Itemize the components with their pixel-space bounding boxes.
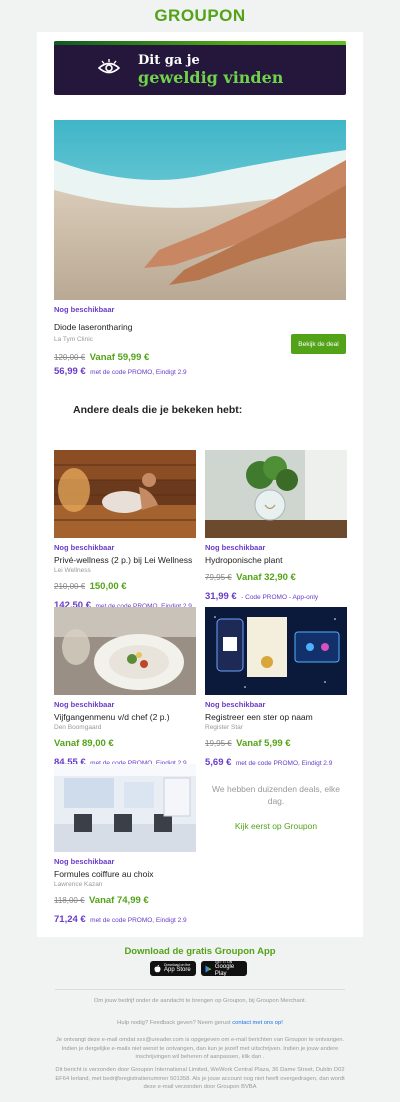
merchant-name: Register Star — [205, 724, 243, 731]
deal-title[interactable]: Registreer een ster op naam — [205, 712, 347, 722]
price-row: Vanaf 89,00 € — [54, 733, 196, 751]
google-play-large-text: Google Play — [214, 963, 235, 977]
merchant-name: La Tym Clinic — [54, 336, 93, 343]
deal-image-dish[interactable] — [54, 607, 196, 695]
price-row: 210,00 € 150,00 € — [54, 576, 196, 594]
availability-label: Nog beschikbaar — [54, 700, 115, 709]
new-price: Vanaf 74,99 € — [89, 895, 149, 906]
price-row: 118,00 € Vanaf 74,99 € — [54, 890, 196, 908]
deal-image-sauna[interactable] — [54, 450, 196, 538]
store-badges: Download on the App Store GET IT ON Goog… — [150, 960, 247, 977]
more-deals-text: We hebben duizenden deals, elke dag. — [212, 784, 340, 806]
google-play-badge[interactable]: GET IT ON Google Play — [201, 960, 247, 977]
help-line: Hulp nodig? Feedback geven? Neem gerust … — [55, 1019, 345, 1028]
deal-tile-hair[interactable]: Nog beschikbaar Formules coiffure au cho… — [54, 764, 196, 927]
availability-label: Nog beschikbaar — [54, 543, 115, 552]
banner-line-1: Dit ga je — [138, 53, 200, 68]
app-store-large-text: App Store — [164, 967, 191, 973]
promo-row: 71,24 € met de code PROMO, Eindigt 2.9 — [54, 909, 196, 927]
old-price: 79,95 € — [205, 573, 232, 582]
section-heading: Andere deals die je bekeken hebt: — [73, 404, 243, 416]
groupon-logo[interactable]: GROUPON — [154, 6, 245, 26]
deal-tile-menu[interactable]: Nog beschikbaar Vijfgangenmenu v/d chef … — [54, 607, 196, 770]
new-price: Vanaf 89,00 € — [54, 738, 114, 749]
deal-image-star-certificate[interactable] — [205, 607, 347, 695]
promo-price: 31,99 € — [205, 591, 237, 602]
header: GROUPON — [0, 0, 400, 32]
merchant-name: Den Boomgaard — [54, 724, 102, 731]
availability-label: Nog beschikbaar — [54, 857, 115, 866]
deal-tile-star[interactable]: Nog beschikbaar Registreer een ster op n… — [205, 607, 347, 770]
promo-text: met de code PROMO, Eindigt 2.9 — [90, 369, 187, 376]
deal-title[interactable]: Privé-wellness (2 p.) bij Lei Wellness — [54, 555, 196, 565]
promo-text: met de code PROMO, Eindigt 2.9 — [235, 760, 333, 767]
deal-title[interactable]: Formules coiffure au choix — [54, 869, 196, 879]
promo-text: - Code PROMO - App-only — [241, 594, 319, 601]
apple-icon — [154, 964, 161, 972]
merchant-name: Lawrence Kazan — [54, 881, 103, 888]
deal-image-plant[interactable] — [205, 450, 347, 538]
promo-price: 56,99 € — [54, 366, 86, 377]
address-text: Dit bericht is verzonden door Groupon In… — [55, 1067, 345, 1090]
price-row: 79,95 € Vanaf 32,90 € — [205, 567, 347, 585]
new-price: 150,00 € — [89, 581, 127, 592]
new-price: Vanaf 32,90 € — [236, 572, 296, 583]
email-card: Dit ga je geweldig vinden Nog beschikbaa… — [37, 32, 363, 937]
view-deal-button[interactable]: Bekijk de deal — [291, 334, 346, 354]
merchant-name: Lei Wellness — [54, 567, 91, 574]
new-price: Vanaf 5,99 € — [236, 738, 291, 749]
google-play-icon — [205, 965, 212, 972]
availability-label: Nog beschikbaar — [54, 305, 115, 314]
banner-stripe — [54, 41, 346, 45]
eye-icon — [98, 59, 120, 74]
help-text: Hulp nodig? Feedback geven? Neem gerust — [117, 1020, 231, 1026]
app-store-badge[interactable]: Download on the App Store — [150, 961, 196, 976]
deal-title[interactable]: Vijfgangenmenu v/d chef (2 p.) — [54, 712, 196, 722]
price-row: 19,95 € Vanaf 5,99 € — [205, 733, 347, 751]
promo-text: met de code PROMO, Eindigt 2.9 — [90, 917, 187, 924]
deal-title[interactable]: Diode laserontharing — [54, 322, 132, 332]
deal-tile-plant[interactable]: Nog beschikbaar Hydroponische plant 79,9… — [205, 450, 347, 604]
merchant-line: Om jouw bedrijf onder de aandacht te bre… — [93, 998, 307, 1004]
old-price: 19,95 € — [205, 739, 232, 748]
promo-row: 56,99 € met de code PROMO, Eindigt 2.9 — [54, 361, 187, 379]
contact-link[interactable]: contact met ons op! — [232, 1020, 283, 1026]
availability-label: Nog beschikbaar — [205, 700, 266, 709]
app-download-title: Download de gratis Groupon App — [124, 946, 276, 957]
deal-image-salon[interactable] — [54, 764, 196, 852]
promo-price: 5,69 € — [205, 757, 232, 768]
deal-tile-wellness[interactable]: Nog beschikbaar Privé-wellness (2 p.) bi… — [54, 450, 196, 613]
old-price: 118,00 € — [54, 896, 85, 905]
availability-label: Nog beschikbaar — [205, 543, 266, 552]
banner-line-2: geweldig vinden — [138, 68, 284, 87]
promo-row: 5,69 € met de code PROMO, Eindigt 2.9 — [205, 752, 347, 770]
promo-row: 31,99 € - Code PROMO - App-only — [205, 586, 347, 604]
hero-image-beach-legs[interactable] — [54, 120, 346, 300]
old-price: 210,00 € — [54, 582, 86, 591]
promo-banner: Dit ga je geweldig vinden — [54, 41, 346, 95]
browse-groupon-link[interactable]: Kijk eerst op Groupon — [205, 821, 347, 831]
deal-title[interactable]: Hydroponische plant — [205, 555, 347, 565]
footer-divider — [55, 989, 345, 990]
reason-text: Je ontvangt deze e-mail omdat xxx@ureade… — [55, 1037, 345, 1060]
promo-price: 71,24 € — [54, 914, 86, 925]
